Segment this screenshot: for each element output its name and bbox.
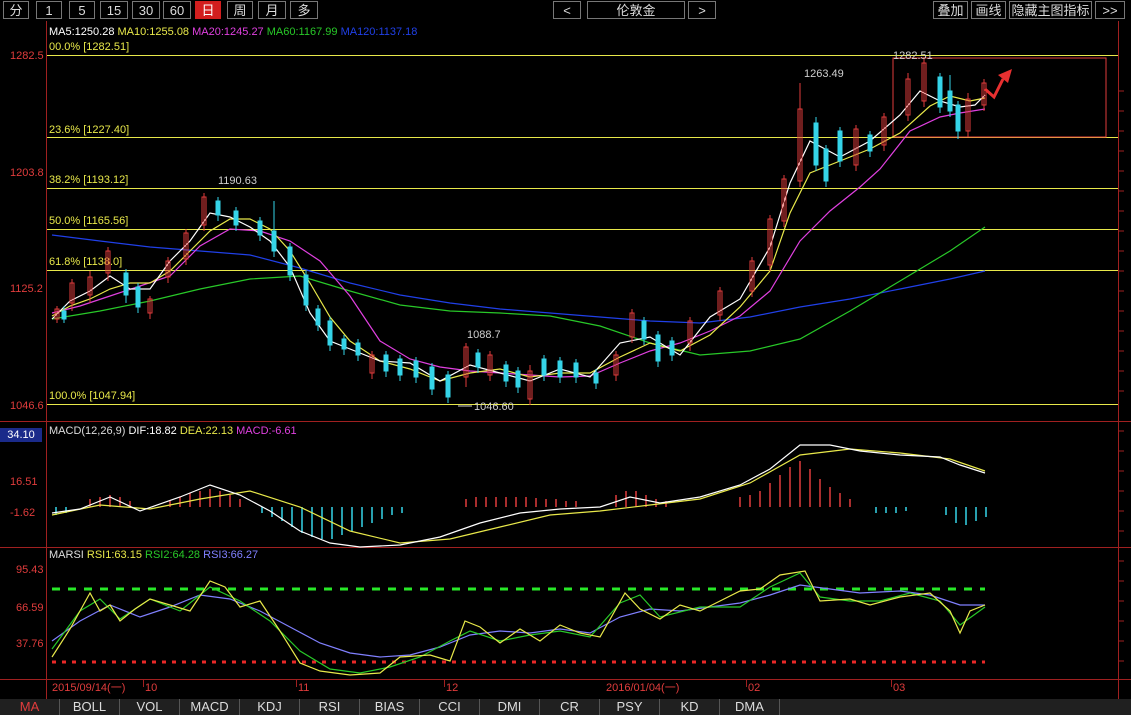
macd-dif-line	[51, 444, 986, 548]
annotation-low: 1046.60	[474, 401, 514, 413]
annotation-peak: 1282.51	[893, 50, 933, 62]
tab-ma[interactable]: MA	[0, 699, 60, 715]
rsi1-value: RSI1:63.15	[86, 549, 142, 561]
ma120-line	[51, 234, 986, 324]
period-minute-button[interactable]: 分	[3, 1, 29, 19]
macd-tick-2: 16.51	[10, 476, 38, 488]
period-5min-button[interactable]: 5	[69, 1, 95, 19]
tab-dmi[interactable]: DMI	[480, 699, 540, 715]
annotation-high-1: 1190.63	[218, 175, 257, 187]
tab-dma[interactable]: DMA	[720, 699, 780, 715]
tab-bias[interactable]: BIAS	[360, 699, 420, 715]
more-button[interactable]: >>	[1095, 1, 1125, 19]
ma20-line	[51, 108, 986, 378]
ma-header: MA5:1250.28 MA10:1255.08 MA20:1245.27 MA…	[49, 26, 417, 38]
price-tick-4: 1046.6	[10, 400, 44, 412]
rsi-tick-2: 66.59	[16, 602, 44, 614]
macd-dea-line	[51, 448, 986, 544]
macd-name: MACD(12,26,9)	[49, 425, 126, 437]
ma120-value: MA120:1137.18	[340, 26, 418, 38]
rsi3-line	[51, 584, 985, 658]
macd-value: MACD:-6.61	[236, 425, 297, 437]
price-tick-1: 1282.5	[10, 50, 44, 62]
period-30min-button[interactable]: 30	[132, 1, 160, 19]
rsi-tick-3: 37.76	[16, 638, 44, 650]
period-15min-button[interactable]: 15	[100, 1, 128, 19]
tab-kd[interactable]: KD	[660, 699, 720, 715]
fib-label-618: 61.8% [1138.0]	[49, 256, 122, 268]
ma5-line	[51, 90, 986, 382]
overlay-button[interactable]: 叠加	[933, 1, 968, 19]
toolbar: 分 1 5 15 30 60 日 周 月 多 < 伦敦金 > 叠加 画线 隐藏主…	[0, 0, 1131, 21]
rsi-tick-1: 95.43	[16, 564, 44, 576]
ma60-line	[51, 226, 986, 356]
fib-label-0: 00.0% [1282.51]	[49, 41, 129, 53]
rsi-header: MARSI RSI1:63.15 RSI2:64.28 RSI3:66.27	[49, 549, 258, 561]
chart-canvas[interactable]: 1282.5 1203.8 1125.2 1046.6 00.0% [1282.…	[0, 21, 1131, 699]
x-label-3: 11	[298, 682, 309, 694]
trend-arrow-icon	[984, 69, 1012, 100]
tab-rsi[interactable]: RSI	[300, 699, 360, 715]
period-1min-button[interactable]: 1	[36, 1, 62, 19]
x-label-1: 2015/09/14(一)	[52, 682, 125, 694]
fib-label-1000: 100.0% [1047.94]	[49, 390, 135, 402]
highlight-box	[892, 57, 1107, 138]
period-day-button[interactable]: 日	[195, 1, 221, 19]
tab-kdj[interactable]: KDJ	[240, 699, 300, 715]
fib-label-382: 38.2% [1193.12]	[49, 174, 128, 186]
rsi3-value: RSI3:66.27	[203, 549, 259, 561]
symbol-name[interactable]: 伦敦金	[587, 1, 685, 19]
tab-cr[interactable]: CR	[540, 699, 600, 715]
draw-line-button[interactable]: 画线	[971, 1, 1006, 19]
macd-current-value-badge: 34.10	[0, 428, 42, 442]
x-label-4: 12	[446, 682, 458, 694]
macd-header: MACD(12,26,9) DIF:18.82 DEA:22.13 MACD:-…	[49, 425, 297, 437]
candlestick-series	[54, 57, 987, 405]
period-week-button[interactable]: 周	[227, 1, 253, 19]
period-60min-button[interactable]: 60	[163, 1, 191, 19]
annotation-local-high: 1088.7	[467, 329, 501, 341]
rsi2-value: RSI2:64.28	[145, 549, 201, 561]
ma60-value: MA60:1167.99	[266, 26, 338, 38]
fib-label-500: 50.0% [1165.56]	[49, 215, 128, 227]
fib-label-236: 23.6% [1227.40]	[49, 124, 129, 136]
x-label-5: 2016/01/04(一)	[606, 682, 679, 694]
price-tick-3: 1125.2	[10, 283, 43, 295]
fibonacci-levels: 00.0% [1282.51] 23.6% [1227.40] 38.2% [1…	[47, 41, 1118, 405]
ma10-value: MA10:1255.08	[117, 26, 190, 38]
tab-cci[interactable]: CCI	[420, 699, 480, 715]
ma20-value: MA20:1245.27	[192, 26, 264, 38]
tab-macd[interactable]: MACD	[180, 699, 240, 715]
annotation-high-2: 1263.49	[804, 68, 844, 80]
x-label-6: 02	[748, 682, 760, 694]
macd-dea-value: DEA:22.13	[179, 425, 234, 437]
ma5-value: MA5:1250.28	[49, 26, 115, 38]
tab-psy[interactable]: PSY	[600, 699, 660, 715]
price-tick-2: 1203.8	[10, 167, 44, 179]
indicator-tabs: MA BOLL VOL MACD KDJ RSI BIAS CCI DMI CR…	[0, 699, 1131, 715]
tab-vol[interactable]: VOL	[120, 699, 180, 715]
macd-dif-value: DIF:18.82	[128, 425, 177, 437]
hide-main-indicator-button[interactable]: 隐藏主图指标	[1009, 1, 1092, 19]
x-label-2: 10	[145, 682, 157, 694]
period-month-button[interactable]: 月	[258, 1, 286, 19]
tab-boll[interactable]: BOLL	[60, 699, 120, 715]
prev-symbol-button[interactable]: <	[553, 1, 581, 19]
rsi1-line	[51, 570, 986, 676]
next-symbol-button[interactable]: >	[688, 1, 716, 19]
rsi-name: MARSI	[49, 549, 84, 561]
x-label-7: 03	[893, 682, 905, 694]
period-multi-button[interactable]: 多	[290, 1, 318, 19]
macd-tick-3: -1.62	[10, 507, 35, 519]
